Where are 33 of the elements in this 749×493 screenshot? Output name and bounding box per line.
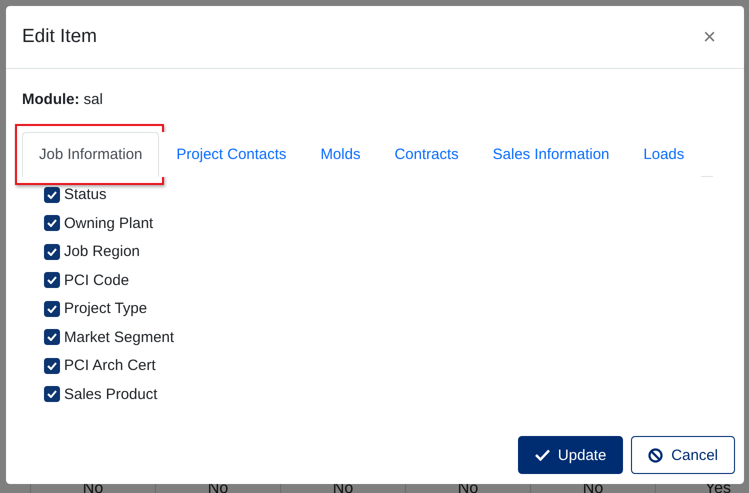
checkmark-icon bbox=[47, 304, 57, 313]
module-text: Module: sal bbox=[22, 91, 104, 108]
checkbox[interactable] bbox=[44, 329, 60, 346]
checkbox[interactable] bbox=[44, 300, 60, 317]
checkbox-label: Job Region bbox=[64, 242, 140, 262]
checkbox[interactable] bbox=[44, 386, 60, 402]
checkbox[interactable] bbox=[44, 272, 60, 288]
checkbox-label: Owning Plant bbox=[64, 214, 154, 233]
checkmark-icon bbox=[47, 190, 57, 199]
checkbox-label: Status bbox=[64, 185, 107, 204]
checkbox[interactable] bbox=[44, 186, 60, 203]
checkbox[interactable] bbox=[44, 215, 60, 232]
tab[interactable]: Job Information bbox=[22, 132, 160, 177]
checkmark-icon bbox=[47, 390, 57, 398]
checkmark-icon bbox=[47, 362, 57, 370]
tab[interactable]: Project Contacts bbox=[159, 132, 304, 177]
checkbox[interactable] bbox=[44, 358, 60, 374]
checkmark-icon bbox=[534, 449, 550, 461]
update-button[interactable]: Update bbox=[518, 436, 624, 474]
cancel-button[interactable]: Cancel bbox=[631, 436, 735, 474]
checkbox-label: PCI Arch Cert bbox=[64, 356, 156, 376]
checkmark-icon bbox=[47, 219, 57, 228]
checkmark-icon bbox=[47, 333, 57, 342]
ban-icon bbox=[648, 448, 664, 462]
checkbox[interactable] bbox=[44, 244, 60, 260]
checkbox-label: Sales Product bbox=[64, 384, 158, 404]
checkmark-icon bbox=[47, 276, 57, 284]
checkmark-icon bbox=[47, 248, 57, 256]
checkbox-label: Market Segment bbox=[64, 328, 174, 347]
close-button[interactable]: × bbox=[703, 24, 716, 50]
checkbox-label: PCI Code bbox=[64, 270, 130, 290]
checkbox-label: Project Type bbox=[64, 299, 148, 318]
dialog-title: Edit Item bbox=[22, 26, 97, 48]
